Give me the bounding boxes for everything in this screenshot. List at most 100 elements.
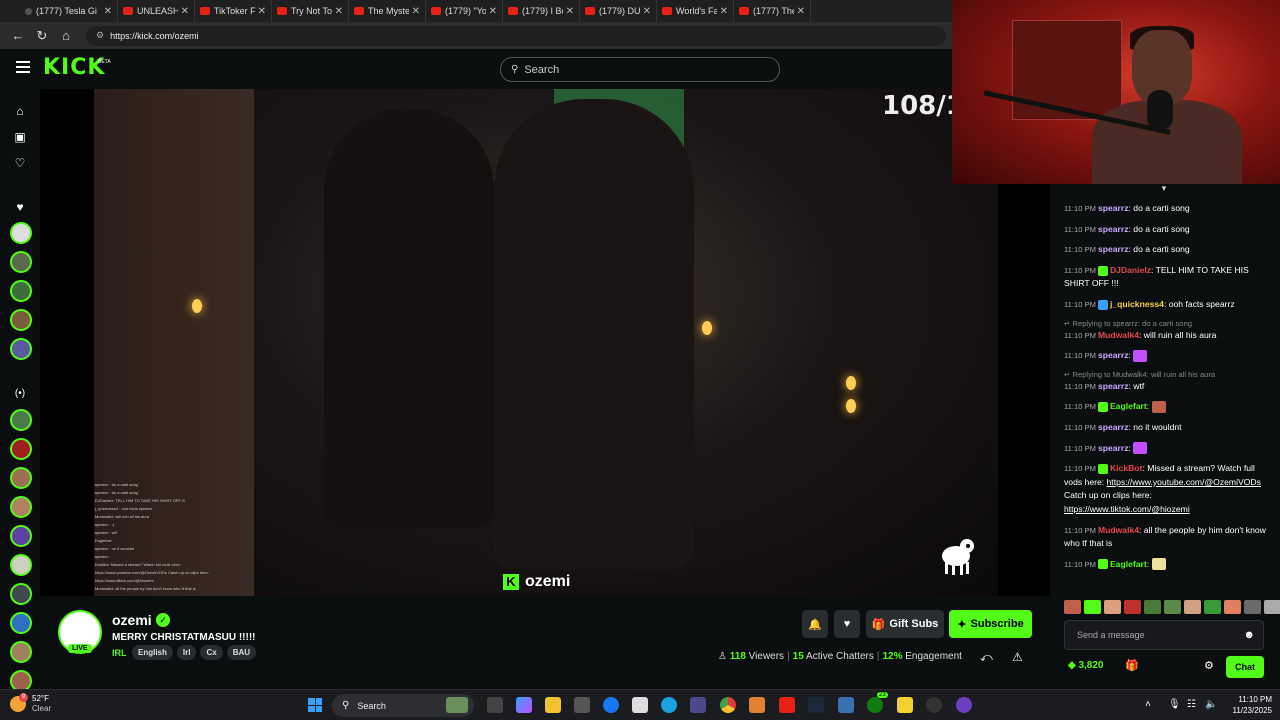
recommended-channel-avatar[interactable] xyxy=(10,525,32,547)
xbox-icon[interactable] xyxy=(867,697,883,713)
kick-logo[interactable]: KICK xyxy=(43,55,105,80)
followed-channel-avatar[interactable] xyxy=(10,251,32,273)
home-nav-icon[interactable]: ⌂ xyxy=(10,101,30,121)
notification-bell-button[interactable]: 🔔 xyxy=(802,610,828,638)
message-username[interactable]: Mudwalk4 xyxy=(1098,330,1139,340)
video-player[interactable]: 108/1 spearrz : do a carti song spearrz :… xyxy=(40,89,1050,596)
windows-start-icon[interactable] xyxy=(308,698,322,712)
browser-tab[interactable]: The Mystery O✕ xyxy=(349,0,426,22)
weather-widget[interactable]: 9 52°F Clear xyxy=(10,693,51,714)
edge-icon[interactable] xyxy=(661,697,677,713)
stream-tag[interactable]: English xyxy=(132,645,173,660)
chat-settings-icon[interactable]: ⚙ xyxy=(1204,659,1214,672)
search-input[interactable]: ⚲ Search xyxy=(500,57,780,82)
followed-channel-avatar[interactable] xyxy=(10,338,32,360)
tiktok-link[interactable]: https://www.tiktok.com/@hiozemi xyxy=(1064,504,1190,514)
emote[interactable] xyxy=(1224,600,1241,614)
recommended-channel-avatar[interactable] xyxy=(10,409,32,431)
emote[interactable] xyxy=(1204,600,1221,614)
message-username[interactable]: DJDanielz xyxy=(1110,265,1151,275)
task-view-icon[interactable] xyxy=(487,697,503,713)
sticky-notes-icon[interactable] xyxy=(897,697,913,713)
tab-close-icon[interactable]: ✕ xyxy=(335,6,343,17)
vlc-icon[interactable] xyxy=(749,697,765,713)
obs-icon[interactable] xyxy=(926,697,942,713)
steam-icon[interactable] xyxy=(808,697,824,713)
chrome-icon[interactable] xyxy=(720,697,736,713)
message-username[interactable]: spearrz xyxy=(1098,422,1129,432)
stream-tag[interactable]: Cx xyxy=(200,645,223,660)
reload-icon[interactable]: ↻ xyxy=(30,28,54,44)
site-info-icon[interactable]: ⚙ xyxy=(96,30,104,41)
stream-tag[interactable]: BAU xyxy=(226,645,257,660)
volume-icon[interactable]: 🔈 xyxy=(1205,699,1217,710)
stream-category[interactable]: IRL xyxy=(112,648,127,658)
message-username[interactable]: spearrz xyxy=(1098,203,1129,213)
emoji-picker-icon[interactable]: ☻ xyxy=(1243,629,1255,641)
chat-message-input[interactable]: Send a message ☻ xyxy=(1064,620,1264,650)
hamburger-menu-icon[interactable] xyxy=(16,61,30,73)
facebook-icon[interactable] xyxy=(603,697,619,713)
calculator-icon[interactable] xyxy=(690,697,706,713)
emote[interactable] xyxy=(1104,600,1121,614)
message-username[interactable]: Eaglefart xyxy=(1110,559,1147,569)
emote[interactable] xyxy=(1084,600,1101,614)
report-icon[interactable]: ⚠ xyxy=(1012,650,1023,664)
emote[interactable] xyxy=(1264,600,1280,614)
message-username[interactable]: spearrz xyxy=(1098,381,1129,391)
gift-icon[interactable]: 🎁 xyxy=(1125,659,1139,672)
address-bar[interactable]: ⚙ https://kick.com/ozemi xyxy=(86,25,946,46)
emote[interactable] xyxy=(1144,600,1161,614)
message-username[interactable]: j_quickness4 xyxy=(1110,299,1164,309)
tab-close-icon[interactable]: ✕ xyxy=(643,6,651,17)
channel-name[interactable]: ozemi xyxy=(112,612,152,628)
mic-icon[interactable]: 🎙 xyxy=(1168,699,1181,710)
message-username[interactable]: Eaglefart xyxy=(1110,401,1147,411)
tab-close-icon[interactable]: ✕ xyxy=(181,6,189,17)
recommended-channel-avatar[interactable] xyxy=(10,583,32,605)
channel-points[interactable]: ◆ 3,820 xyxy=(1068,660,1104,671)
reply-context[interactable]: ↵ Replying to Mudwalk4: will ruin all hi… xyxy=(1064,370,1270,380)
app-circle-icon[interactable] xyxy=(956,697,972,713)
chat-send-button[interactable]: Chat xyxy=(1226,656,1264,678)
tab-close-icon[interactable]: ✕ xyxy=(566,6,574,17)
share-icon[interactable]: ⤺ xyxy=(980,650,993,665)
recommended-channel-avatar[interactable] xyxy=(10,438,32,460)
file-explorer-icon[interactable] xyxy=(545,697,561,713)
message-username[interactable]: spearrz xyxy=(1098,224,1129,234)
youtube-link[interactable]: https://www.youtube.com/@OzemiVODs xyxy=(1107,477,1261,487)
tab-close-icon[interactable]: ✕ xyxy=(720,6,728,17)
browser-tab[interactable]: (1777) Tesla Gi ✕ xyxy=(0,0,118,22)
tray-chevron-icon[interactable]: ˄ xyxy=(1145,699,1151,710)
follow-heart-button[interactable]: ♥ xyxy=(834,610,860,638)
gift-subs-button[interactable]: 🎁 Gift Subs xyxy=(866,610,944,638)
app-icon[interactable] xyxy=(838,697,854,713)
browser-tab[interactable]: (1779) DUST✕ xyxy=(580,0,657,22)
browser-tab[interactable]: (1779) "You ha✕ xyxy=(426,0,503,22)
followed-channel-avatar[interactable] xyxy=(10,309,32,331)
browse-nav-icon[interactable]: ▣ xyxy=(10,127,30,147)
message-username[interactable]: spearrz xyxy=(1098,244,1129,254)
emote[interactable] xyxy=(1164,600,1181,614)
followed-channel-avatar[interactable] xyxy=(10,280,32,302)
store-icon[interactable] xyxy=(574,697,590,713)
subscribe-button[interactable]: ✦ Subscribe xyxy=(949,610,1032,638)
tab-close-icon[interactable]: ✕ xyxy=(258,6,266,17)
following-nav-icon[interactable]: ♡ xyxy=(10,153,30,173)
browser-tab[interactable]: (1779) I Bough✕ xyxy=(503,0,580,22)
browser-tab[interactable]: TikToker Facin✕ xyxy=(195,0,272,22)
network-icon[interactable]: ☷ xyxy=(1187,699,1196,710)
followed-channel-avatar[interactable] xyxy=(10,222,32,244)
browser-tab[interactable]: UNLEASHING✕ xyxy=(118,0,195,22)
recommended-channel-avatar[interactable] xyxy=(10,496,32,518)
tab-close-icon[interactable]: ✕ xyxy=(412,6,420,17)
browser-tab[interactable]: Try Not To Lau✕ xyxy=(272,0,349,22)
emote[interactable] xyxy=(1124,600,1141,614)
recommended-channel-avatar[interactable] xyxy=(10,641,32,663)
message-username[interactable]: spearrz xyxy=(1098,350,1129,360)
message-username[interactable]: spearrz xyxy=(1098,443,1129,453)
recommended-channel-avatar[interactable] xyxy=(10,554,32,576)
browser-tab[interactable]: (1777) The iPa✕ xyxy=(734,0,811,22)
emote[interactable] xyxy=(1064,600,1081,614)
tab-close-icon[interactable]: ✕ xyxy=(104,6,112,17)
